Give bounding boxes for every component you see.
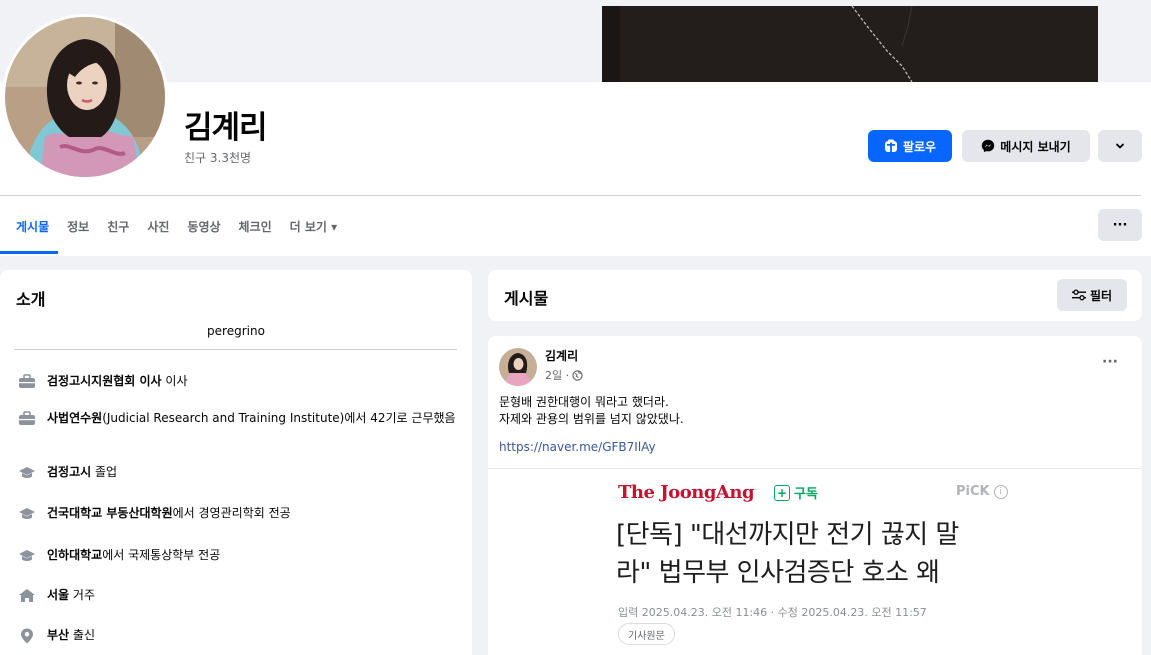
intro-item-bold[interactable]: 부산 bbox=[47, 628, 69, 642]
info-icon[interactable]: i bbox=[993, 484, 1008, 499]
news-brand-logo: The JoongAng bbox=[618, 482, 755, 503]
filter-button[interactable]: 필터 bbox=[1057, 279, 1127, 311]
intro-item-text: (Judicial Research and Training Institut… bbox=[102, 411, 456, 425]
briefcase-icon bbox=[16, 373, 38, 390]
intro-title: 소개 bbox=[16, 290, 46, 309]
graduation-cap-icon bbox=[16, 547, 38, 564]
more-options-button[interactable]: ··· bbox=[1098, 209, 1142, 241]
posts-header: 게시물 필터 bbox=[488, 270, 1142, 321]
intro-item: 부산 출신 bbox=[16, 627, 456, 644]
profile-header: 김계리 친구 3.3천명 팔로우 메시지 보내기 게시물 정보 친구 사진 동영… bbox=[0, 0, 1151, 256]
location-pin-icon bbox=[16, 627, 38, 644]
post-author-name[interactable]: 김계리 bbox=[545, 347, 578, 364]
briefcase-icon bbox=[16, 410, 38, 427]
intro-divider bbox=[14, 349, 457, 350]
intro-item: 검정고시지원협회 이사 이사 bbox=[16, 373, 456, 390]
messenger-icon bbox=[982, 139, 995, 153]
intro-item: 검정고시 졸업 bbox=[16, 464, 456, 481]
intro-item-text: 이사 bbox=[161, 374, 188, 388]
intro-item-bold[interactable]: 서울 bbox=[47, 588, 69, 602]
profile-avatar[interactable] bbox=[2, 14, 168, 180]
tab-checkins[interactable]: 체크인 bbox=[230, 196, 281, 256]
news-preview[interactable]: The JoongAng + 구독 PiCK i [단독] "대선까지만 전기 … bbox=[488, 469, 1142, 655]
original-article-button[interactable]: 기사원문 bbox=[618, 623, 675, 645]
message-label: 메시지 보내기 bbox=[1000, 139, 1071, 154]
profile-tabs: 게시물 정보 친구 사진 동영상 체크인 더 보기 ▾ bbox=[0, 196, 346, 256]
intro-item: 인하대학교에서 국제통상학부 전공 bbox=[16, 547, 456, 564]
intro-item: 건국대학교 부동산대학원에서 경영관리학회 전공 bbox=[16, 505, 456, 522]
intro-item-text: 에서 경영관리학회 전공 bbox=[172, 506, 291, 520]
follow-button[interactable]: 팔로우 bbox=[868, 130, 952, 162]
tab-about[interactable]: 정보 bbox=[58, 196, 98, 256]
post-options-button[interactable]: ··· bbox=[1102, 354, 1118, 370]
post-time[interactable]: 2일 · bbox=[545, 367, 569, 383]
ellipsis-icon: ··· bbox=[1102, 354, 1118, 370]
post-card: 김계리 2일 · ··· 문형배 권한대행이 뭐라고 했더라. 자제와 관용의 … bbox=[488, 336, 1142, 655]
follow-label: 팔로우 bbox=[902, 139, 937, 154]
intro-item-bold[interactable]: 사법연수원 bbox=[47, 411, 102, 425]
tab-posts[interactable]: 게시물 bbox=[0, 196, 59, 256]
follow-icon bbox=[884, 139, 897, 152]
graduation-cap-icon bbox=[16, 505, 38, 522]
intro-item: 서울 거주 bbox=[16, 587, 456, 604]
post-text: 문형배 권한대행이 뭐라고 했더라. 자제와 관용의 범위를 넘지 않았댔나. bbox=[499, 394, 684, 428]
intro-item: 사법연수원(Judicial Research and Training Ins… bbox=[16, 410, 456, 427]
globe-icon bbox=[572, 369, 583, 381]
intro-item-bold[interactable]: 검정고시지원협회 이사 bbox=[47, 374, 162, 388]
tab-videos[interactable]: 동영상 bbox=[178, 196, 229, 256]
intro-item-text: 에서 국제통상학부 전공 bbox=[102, 548, 221, 562]
post-text-line: 문형배 권한대행이 뭐라고 했더라. bbox=[499, 395, 669, 409]
post-author-avatar[interactable] bbox=[499, 348, 537, 386]
tab-more[interactable]: 더 보기 ▾ bbox=[281, 196, 347, 256]
subscribe-label: 구독 bbox=[794, 487, 818, 502]
profile-name: 김계리 bbox=[184, 110, 268, 146]
chevron-down-icon bbox=[1116, 143, 1124, 149]
friends-count[interactable]: 친구 3.3천명 bbox=[184, 149, 251, 166]
plus-icon: + bbox=[774, 484, 790, 501]
intro-item-text: 졸업 bbox=[91, 465, 118, 479]
ellipsis-icon: ··· bbox=[1112, 217, 1128, 233]
profile-options-button[interactable] bbox=[1098, 130, 1142, 162]
pick-label: PiCK bbox=[956, 484, 990, 499]
intro-item-text: 출신 bbox=[69, 628, 95, 642]
cover-photo[interactable] bbox=[602, 6, 1098, 82]
post-meta: 2일 · bbox=[545, 367, 583, 383]
intro-item-text: 거주 bbox=[69, 588, 95, 602]
news-headline-line: [단독] "대선까지만 전기 끊지 말 bbox=[616, 520, 959, 550]
posts-title: 게시물 bbox=[504, 289, 549, 308]
intro-bio: peregrino bbox=[207, 324, 265, 338]
pick-badge: PiCK i bbox=[956, 484, 1008, 499]
post-text-line: 자제와 관용의 범위를 넘지 않았댔나. bbox=[499, 412, 684, 426]
graduation-cap-icon bbox=[16, 464, 38, 481]
tab-friends[interactable]: 친구 bbox=[98, 196, 138, 256]
intro-item-bold[interactable]: 검정고시 bbox=[47, 465, 91, 479]
news-headline-line: 라" 법무부 인사검증단 호소 왜 bbox=[616, 558, 940, 588]
filter-sliders-icon bbox=[1071, 289, 1086, 301]
post-link[interactable]: https://naver.me/GFB7IlAy bbox=[499, 440, 656, 454]
cover-area bbox=[0, 0, 1151, 82]
intro-card: 소개 peregrino 검정고시지원협회 이사 이사 사법연수원(Judici… bbox=[0, 270, 472, 655]
subscribe-button[interactable]: + 구독 bbox=[774, 483, 818, 502]
home-icon bbox=[16, 587, 38, 604]
avatar-photo bbox=[5, 17, 165, 177]
tab-photos[interactable]: 사진 bbox=[138, 196, 178, 256]
news-date: 입력 2025.04.23. 오전 11:46 · 수정 2025.04.23.… bbox=[618, 606, 927, 619]
filter-label: 필터 bbox=[1089, 288, 1113, 303]
intro-item-bold[interactable]: 건국대학교 부동산대학원 bbox=[47, 506, 173, 520]
news-headline: [단독] "대선까지만 전기 끊지 말 라" 법무부 인사검증단 호소 왜 bbox=[616, 516, 1036, 592]
message-button[interactable]: 메시지 보내기 bbox=[962, 130, 1090, 162]
intro-item-bold[interactable]: 인하대학교 bbox=[47, 548, 102, 562]
